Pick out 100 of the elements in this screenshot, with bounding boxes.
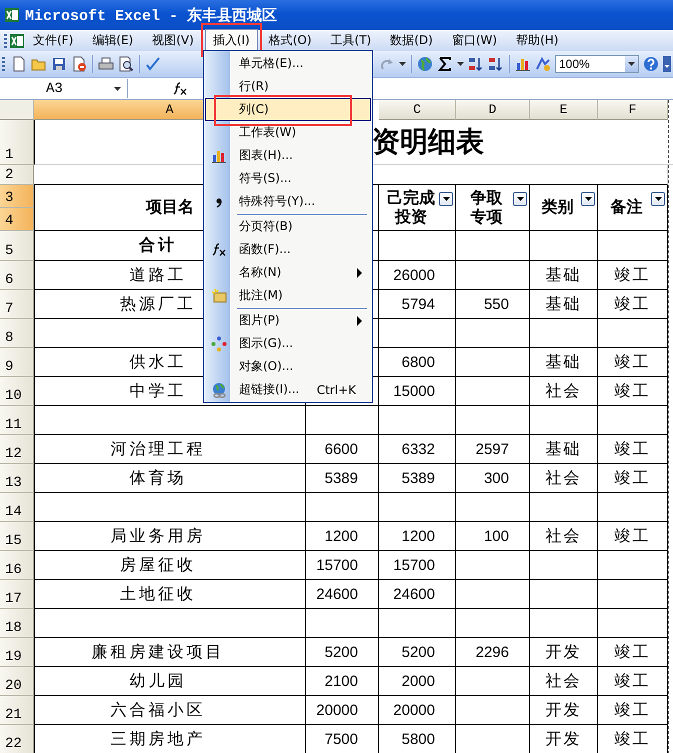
table-cell: 幼儿园 — [34, 667, 306, 696]
chart-icon[interactable] — [515, 56, 531, 72]
column-header[interactable]: C — [379, 100, 456, 120]
row-header[interactable]: 19 — [0, 638, 34, 667]
table-cell: 局业务用房 — [34, 522, 306, 551]
row-header[interactable]: 4 — [0, 208, 34, 231]
column-header[interactable]: D — [456, 100, 530, 120]
sort-ascending-icon[interactable] — [468, 56, 484, 72]
row-header[interactable]: 18 — [0, 609, 34, 638]
toolbar-grip[interactable] — [2, 57, 5, 71]
caret-icon[interactable] — [114, 86, 121, 90]
name-box[interactable]: A3 — [0, 79, 128, 98]
menu-item[interactable]: 帮助(H) — [508, 29, 566, 52]
drawing-icon[interactable] — [535, 56, 551, 72]
table-cell: 15700 — [306, 551, 379, 580]
table-cell: 竣工 — [598, 638, 668, 667]
table-cell: 6600 — [306, 435, 379, 464]
column-heading: 备注 — [610, 198, 642, 217]
table-cell: 竣工 — [598, 435, 668, 464]
filter-button[interactable] — [439, 192, 453, 206]
table-cell: 竣工 — [598, 290, 668, 319]
check-icon[interactable] — [145, 56, 161, 72]
row-header[interactable]: 8 — [0, 319, 34, 348]
excel-icon[interactable] — [9, 32, 25, 48]
column-header[interactable]: F — [598, 100, 668, 120]
row-header[interactable]: 22 — [0, 725, 34, 753]
row-header[interactable]: 11 — [0, 406, 34, 435]
table-cell: 体育场 — [34, 464, 306, 493]
row-header[interactable]: 10 — [0, 377, 34, 406]
menu-item[interactable]: 特殊符号(Y)... — [205, 190, 371, 213]
table-cell: 2597 — [456, 435, 530, 464]
row-header[interactable]: 9 — [0, 348, 34, 377]
row-header[interactable]: 17 — [0, 580, 34, 609]
table-cell: 河治理工程 — [34, 435, 306, 464]
save-icon[interactable] — [51, 56, 67, 72]
menu-item[interactable]: 工具(T) — [322, 29, 380, 52]
table-cell — [530, 319, 598, 348]
table-cell — [530, 551, 598, 580]
row-header[interactable]: 14 — [0, 493, 34, 522]
menu-item[interactable]: 符号(S)... — [205, 167, 371, 190]
filter-button[interactable] — [513, 192, 527, 206]
table-cell: 7500 — [306, 725, 379, 753]
table-cell: 开发 — [530, 696, 598, 725]
menu-item[interactable]: 格式(O) — [260, 29, 320, 52]
table-cell: 5800 — [379, 725, 456, 753]
row-header[interactable]: 1 — [0, 120, 34, 165]
menu-item[interactable]: 行(R) — [205, 75, 371, 98]
row-header[interactable]: 6 — [0, 261, 34, 290]
menu-item[interactable]: 列(C) — [205, 98, 371, 121]
table-cell: 社会 — [530, 464, 598, 493]
caret-icon[interactable] — [457, 62, 464, 66]
table-cell: 六合福小区 — [34, 696, 306, 725]
table-cell: 竣工 — [598, 377, 668, 406]
table-cell: 5389 — [306, 464, 379, 493]
zoom-field[interactable]: 100% — [555, 55, 639, 73]
sum-icon[interactable] — [437, 56, 453, 72]
row-header[interactable]: 15 — [0, 522, 34, 551]
row-header[interactable]: 7 — [0, 290, 34, 319]
row-header[interactable]: 3 — [0, 185, 34, 208]
function-icon[interactable] — [172, 80, 188, 96]
table-cell — [598, 609, 668, 638]
table-cell: 100 — [456, 522, 530, 551]
table-cell: 竣工 — [598, 522, 668, 551]
row-header[interactable]: 21 — [0, 696, 34, 725]
menu-item[interactable]: 窗口(W) — [444, 29, 506, 52]
menu-item[interactable]: 单元格(E)... — [205, 52, 371, 75]
print-preview-icon[interactable] — [118, 56, 134, 72]
new-document-icon[interactable] — [11, 56, 27, 72]
filter-button[interactable] — [651, 192, 665, 206]
toolbar-grip[interactable] — [4, 34, 7, 48]
shortcut-text: Ctrl+K — [316, 382, 356, 396]
table-cell — [598, 493, 668, 522]
table-cell: 基础 — [530, 348, 598, 377]
menu-item[interactable]: 编辑(E) — [84, 29, 142, 52]
help-icon[interactable] — [643, 56, 659, 72]
diagram-icon — [211, 336, 227, 352]
print-icon[interactable] — [98, 56, 114, 72]
row-header[interactable]: 16 — [0, 551, 34, 580]
row-header[interactable]: 20 — [0, 667, 34, 696]
toolbar-options-icon[interactable] — [663, 56, 671, 72]
column-heading: 项目名 — [146, 198, 194, 217]
function-icon — [211, 242, 227, 258]
menu-item[interactable]: 插入(I) — [204, 29, 258, 52]
row-header[interactable]: 12 — [0, 435, 34, 464]
table-cell: 1200 — [379, 522, 456, 551]
document-icon[interactable] — [71, 56, 87, 72]
globe-icon — [211, 382, 227, 398]
caret-icon[interactable] — [399, 62, 406, 66]
row-header[interactable]: 2 — [0, 165, 34, 185]
filter-button[interactable] — [581, 192, 595, 206]
row-header[interactable]: 13 — [0, 464, 34, 493]
menu-item[interactable]: 文件(F) — [25, 29, 82, 52]
column-header[interactable]: E — [530, 100, 598, 120]
table-cell: 20000 — [379, 696, 456, 725]
menu-item[interactable]: 视图(V) — [144, 29, 202, 52]
dropdown-button[interactable] — [625, 56, 638, 72]
row-header[interactable]: 5 — [0, 231, 34, 261]
menu-item[interactable]: 数据(D) — [382, 29, 441, 52]
table-cell — [530, 406, 598, 435]
sort-descending-icon[interactable] — [488, 56, 504, 72]
